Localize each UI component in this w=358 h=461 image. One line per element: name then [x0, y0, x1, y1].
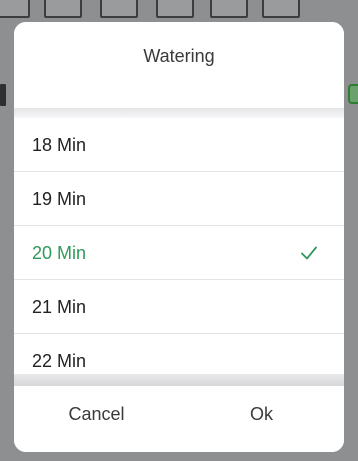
list-item-21-min[interactable]: 21 Min — [14, 280, 344, 334]
list-item-label: 19 Min — [32, 189, 87, 209]
dialog-title: Watering — [14, 22, 344, 102]
background-cell — [44, 0, 82, 18]
list-item-19-min[interactable]: 19 Min — [14, 172, 344, 226]
list-item-20-min[interactable]: 20 Min — [14, 226, 344, 280]
title-divider — [14, 108, 344, 118]
background-cell — [100, 0, 138, 18]
watering-dialog: Watering 18 Min 19 Min 20 Min 21 Min 22 … — [14, 22, 344, 452]
list-bottom-divider — [14, 374, 344, 386]
list-item-18-min[interactable]: 18 Min — [14, 118, 344, 172]
background-cell — [0, 0, 30, 18]
dialog-actions: Cancel Ok — [14, 386, 344, 452]
background-cell — [210, 0, 248, 18]
ok-button[interactable]: Ok — [179, 386, 344, 452]
cancel-button[interactable]: Cancel — [14, 386, 179, 452]
list-item-label: 21 Min — [32, 297, 87, 317]
duration-list[interactable]: 18 Min 19 Min 20 Min 21 Min 22 Min — [14, 118, 344, 388]
list-item-label: 20 Min — [32, 243, 87, 263]
checkmark-icon — [301, 246, 317, 260]
background-right-edge — [348, 84, 358, 104]
list-item-label: 22 Min — [32, 351, 87, 371]
background-cell — [156, 0, 194, 18]
background-left-edge — [0, 84, 6, 106]
background-cell — [262, 0, 300, 18]
list-item-label: 18 Min — [32, 135, 87, 155]
